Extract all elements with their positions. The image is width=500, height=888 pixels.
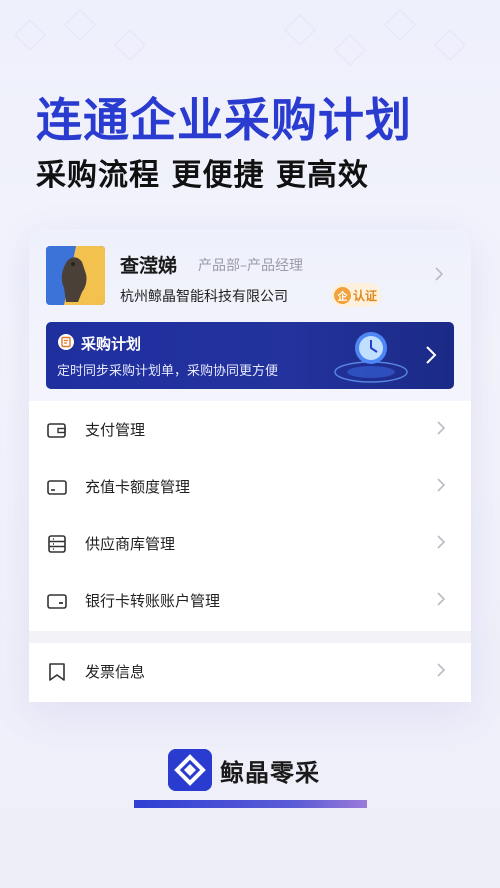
menu-item-label: 充值卡额度管理 xyxy=(85,478,191,496)
brand-name: 鲸晶零采 xyxy=(220,758,320,787)
menu-item-bank-card[interactable]: 银行卡转账账户管理 xyxy=(29,572,471,629)
chevron-right-icon xyxy=(437,535,446,549)
verified-badge-label: 认证 xyxy=(353,288,378,303)
enterprise-icon: 企 xyxy=(334,286,351,304)
user-name: 查滢娣 xyxy=(120,255,178,277)
chevron-right-icon xyxy=(437,592,446,606)
brand-underline xyxy=(134,800,367,808)
menu-item-label: 发票信息 xyxy=(85,663,146,681)
menu-item-label: 支付管理 xyxy=(85,421,146,439)
account-card: 查滢娣 产品部–产品经理 杭州鲸晶智能科技有限公司 企 认证 采购计划 定时同步… xyxy=(29,229,471,702)
chevron-right-icon xyxy=(435,267,444,281)
chevron-right-icon xyxy=(426,346,437,364)
bank-card-icon xyxy=(47,594,67,609)
chevron-right-icon xyxy=(437,421,446,435)
plan-description: 定时同步采购计划单，采购协同更方便 xyxy=(57,364,279,379)
list-icon xyxy=(48,535,66,553)
section-divider xyxy=(29,631,471,643)
avatar xyxy=(46,246,105,305)
menu-item-label: 供应商库管理 xyxy=(85,535,176,553)
menu-item-invoice[interactable]: 发票信息 xyxy=(29,643,471,700)
clock-illustration-icon xyxy=(334,332,408,383)
settings-menu: 支付管理 充值卡额度管理 供应商库管理 银行卡转账账户管理 发票信息 xyxy=(29,401,471,700)
menu-item-label: 银行卡转账账户管理 xyxy=(85,592,221,610)
card-icon xyxy=(47,480,67,495)
menu-item-recharge-card[interactable]: 充值卡额度管理 xyxy=(29,458,471,515)
chevron-right-icon xyxy=(437,663,446,677)
headline: 连通企业采购计划 xyxy=(36,93,412,147)
menu-item-supplier[interactable]: 供应商库管理 xyxy=(29,515,471,572)
company-name: 杭州鲸晶智能科技有限公司 xyxy=(120,289,288,305)
brand-lockup: 鲸晶零采 xyxy=(168,749,320,791)
brand-logo-icon xyxy=(168,749,212,791)
profile-section[interactable]: 查滢娣 产品部–产品经理 杭州鲸晶智能科技有限公司 企 认证 采购计划 定时同步… xyxy=(29,229,471,401)
plan-icon xyxy=(58,334,74,350)
chevron-right-icon xyxy=(437,478,446,492)
menu-item-payment[interactable]: 支付管理 xyxy=(29,401,471,458)
user-role: 产品部–产品经理 xyxy=(198,258,303,274)
verified-badge: 企 认证 xyxy=(331,283,381,307)
purchase-plan-banner[interactable]: 采购计划 定时同步采购计划单，采购协同更方便 xyxy=(46,322,454,389)
subline: 采购流程 更便捷 更高效 xyxy=(36,158,369,193)
bookmark-icon xyxy=(49,663,65,681)
wallet-icon xyxy=(47,423,66,438)
plan-title: 采购计划 xyxy=(81,335,142,353)
